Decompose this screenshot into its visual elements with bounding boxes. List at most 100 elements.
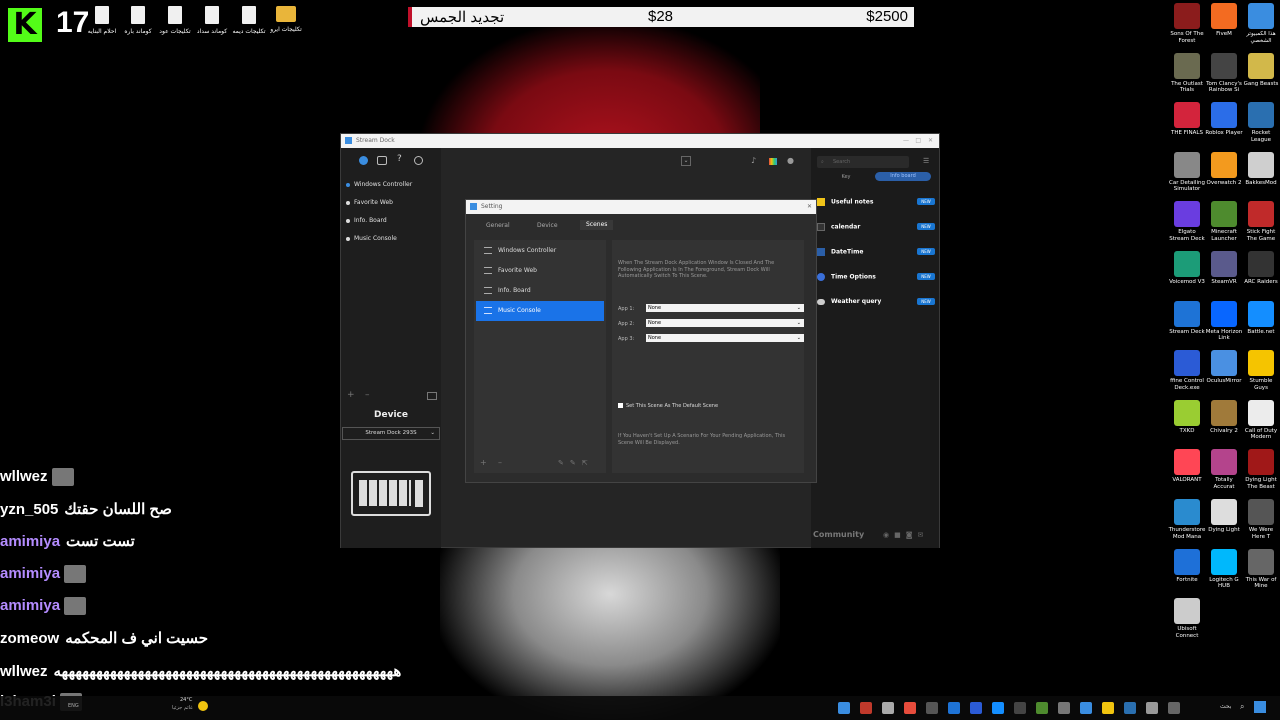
plugin-calendar[interactable]: calendar NEW [817,223,935,231]
desktop-shortcut[interactable]: Car Detailing Simulator [1168,151,1206,193]
desktop-shortcut[interactable]: Minecraft Launcher [1205,201,1243,242]
desktop-shortcut[interactable]: Rocket League [1242,102,1280,143]
plugin-useful-notes[interactable]: Useful notes NEW [817,198,935,206]
close-icon[interactable]: ✕ [928,134,933,148]
desktop-shortcut[interactable]: Thunderstore Mod Mana [1168,499,1206,540]
tab-device[interactable]: Device [531,222,564,229]
desktop-shortcut[interactable]: Overwatch 2 [1205,151,1243,187]
taskbar-app-icon[interactable] [1168,702,1180,714]
desktop-shortcut[interactable]: The Outlast Trials [1168,52,1206,94]
taskbar-app-icon[interactable] [860,702,872,714]
desktop-shortcut[interactable]: Totally Accurat [1205,449,1243,490]
desktop-folder[interactable]: تكليجات ايرو [268,6,304,33]
taskbar-app-icon[interactable] [926,702,938,714]
social-icons[interactable]: ◉■◙✉ [883,531,928,539]
desktop-shortcut[interactable]: Sons Of The Forest [1168,3,1206,44]
weather-icon[interactable] [198,701,208,711]
desktop-shortcut[interactable]: Gang Beasts [1242,52,1280,88]
remove-scene-icon[interactable]: – [365,390,370,400]
add-scene-icon[interactable]: + [347,390,355,400]
sidebar-item-windows-controller[interactable]: Windows Controller [346,181,412,188]
export-icon[interactable] [427,392,437,400]
window-titlebar[interactable]: Stream Dock — □ ✕ [341,134,939,148]
drag-handle-icon[interactable] [484,287,492,294]
sidebar-item-info-board[interactable]: Info. Board [346,217,387,224]
taskbar-app-icon[interactable] [882,702,894,714]
desktop-shortcut[interactable]: FiveM [1205,3,1243,38]
app-3-select[interactable]: None ⌄ [646,334,804,342]
add-scene-icon[interactable]: + [480,458,487,467]
taskbar-app-icon[interactable] [1058,702,1070,714]
desktop-shortcut[interactable]: This War of Mine [1242,548,1280,590]
desktop-shortcut[interactable]: Fortnite [1168,548,1206,584]
default-scene-checkbox[interactable] [618,403,623,408]
plugin-time-options[interactable]: Time Options NEW [817,273,935,281]
desktop-shortcut[interactable]: Ubisoft Connect [1168,598,1206,639]
desktop-shortcut[interactable]: VALORANT [1168,449,1206,484]
desktop-file[interactable]: كوماند باره [120,6,156,35]
desktop-file[interactable]: تكليجات عود [157,6,193,35]
desktop-file[interactable]: كوماند سداد [194,6,230,35]
device-select[interactable]: Stream Dock 293S ⌄ [342,427,440,440]
taskbar-app-icon[interactable] [1036,702,1048,714]
desktop-file[interactable]: تكليجات ديمه [231,6,267,35]
plugin-datetime[interactable]: DateTime NEW [817,248,935,256]
tab-key[interactable]: Key [821,174,871,180]
plugin-store-icon[interactable] [377,156,387,165]
taskbar-app-icon[interactable] [904,702,916,714]
taskbar-app-icon[interactable] [1146,702,1158,714]
profile-icon[interactable] [359,156,368,165]
desktop-shortcut[interactable]: Voicemod V3 [1168,251,1206,286]
scene-item-windows-controller[interactable]: Windows Controller [476,242,604,260]
desktop-shortcut[interactable]: Stick Fight The Game [1242,201,1280,242]
tab-general[interactable]: General [480,222,516,229]
desktop-shortcut[interactable]: هذا الكمبيوتر الشخصي [1242,3,1280,44]
scene-tool-icons[interactable]: ✎✎⇱ [558,459,594,467]
page-dropdown-chevron-icon[interactable]: ⌄ [681,156,691,166]
settings-gear-icon[interactable] [414,156,423,165]
close-icon[interactable]: ✕ [807,200,812,214]
desktop-shortcut[interactable]: ARC Raiders [1242,251,1280,286]
default-scene-option[interactable]: Set This Scene As The Default Scene [618,403,718,409]
scene-item-info-board[interactable]: Info. Board [476,282,604,300]
tab-info-board[interactable]: Info board [875,172,931,181]
desktop-shortcut[interactable]: Logitech G HUB [1205,548,1243,590]
scene-item-favorite-web[interactable]: Favorite Web [476,262,604,280]
desktop-file[interactable]: احلام البنايه [84,6,120,35]
app-2-select[interactable]: None ⌄ [646,319,804,327]
desktop-shortcut[interactable]: We Were Here T [1242,499,1280,540]
desktop-shortcut[interactable]: Elgato Stream Deck [1168,201,1206,242]
plugin-search-input[interactable]: ⌕ Search [817,156,909,168]
taskbar-app-icon[interactable] [992,702,1004,714]
desktop-shortcut[interactable]: ffine Control Deck.exe [1168,350,1206,391]
desktop-shortcut[interactable]: Roblox Player [1205,102,1243,137]
desktop-shortcut[interactable]: OculusMirror [1205,350,1243,385]
desktop-shortcut[interactable]: Meta Horizon Link [1205,300,1243,342]
maximize-icon[interactable]: □ [915,134,921,148]
notification-bell-icon[interactable]: ♪ [751,156,756,165]
drag-handle-icon[interactable] [484,307,492,314]
desktop-shortcut[interactable]: Battle.net [1242,300,1280,336]
taskbar-app-icon[interactable] [1124,702,1136,714]
list-view-icon[interactable]: ☰ [923,157,929,165]
desktop-shortcut[interactable]: Call of Duty Modern [1242,399,1280,441]
help-icon[interactable]: ? [397,154,402,164]
desktop-shortcut[interactable]: Chivalry 2 [1205,399,1243,435]
minimize-icon[interactable]: — [903,134,909,148]
start-windows-icon[interactable] [1254,701,1266,713]
sidebar-item-music-console[interactable]: Music Console [346,235,397,242]
desktop-shortcut[interactable]: Stumble Guys [1242,350,1280,391]
desktop-shortcut[interactable]: BakkesMod [1242,151,1280,187]
language-indicator[interactable]: ENG [68,703,79,709]
drag-handle-icon[interactable] [484,267,492,274]
taskbar-app-icon[interactable] [970,702,982,714]
taskbar-app-icon[interactable] [838,702,850,714]
desktop-shortcut[interactable]: Stream Deck [1168,300,1206,336]
theme-icon[interactable] [769,158,777,165]
dialog-titlebar[interactable]: Setting ✕ [466,200,816,214]
desktop-shortcut[interactable]: Dying Light The Beast [1242,449,1280,490]
taskbar-app-icon[interactable] [1080,702,1092,714]
user-icon[interactable]: ● [787,156,794,165]
desktop-shortcut[interactable]: THE FINALS [1168,102,1206,137]
drag-handle-icon[interactable] [484,247,492,254]
